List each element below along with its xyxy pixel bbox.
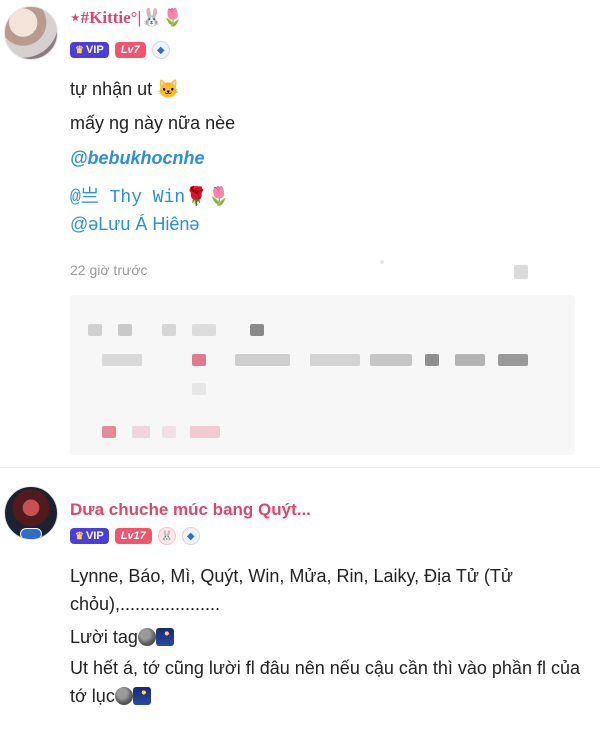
username[interactable]: ⋆#Kittie°|🐰🌷 (70, 8, 184, 28)
blur-block (190, 426, 220, 438)
blur-block (370, 354, 412, 366)
blur-block (118, 324, 132, 336)
night-sky-icon (132, 687, 151, 705)
moon-face-icon (114, 687, 133, 705)
timestamp: 22 giờ trước (70, 262, 148, 278)
blur-block (498, 354, 528, 366)
blurred-attachment[interactable] (70, 295, 575, 455)
blur-block (455, 354, 485, 366)
blur-block (192, 324, 216, 336)
vip-label: VIP (85, 530, 104, 542)
comment-text-2-label: Lười tag (70, 627, 138, 647)
blur-block (132, 426, 150, 438)
comment-line-2: mấy ng này nữa nèe (70, 113, 236, 133)
avatar[interactable] (4, 486, 58, 540)
blur-block (162, 324, 176, 336)
blur-block (192, 383, 206, 395)
ethereum-badge-icon: ◆ (181, 527, 200, 545)
ethereum-badge-icon: ◆ (151, 41, 170, 59)
rabbit-badge-icon: 🐰 (157, 527, 176, 545)
comment-text-3: Ut hết á, tớ cũng lười fl đâu nên nếu cậ… (70, 654, 580, 710)
mention-bebukhocnhe[interactable]: @bebukhocnhe (70, 148, 205, 169)
vip-label: VIP (85, 44, 104, 56)
level-badge: Lv17 (114, 528, 152, 544)
blur-block (102, 426, 116, 438)
crown-icon: ♛ (75, 44, 84, 56)
comment-text-1: Lynne, Báo, Mì, Quýt, Win, Mửa, Rin, Lai… (70, 566, 513, 614)
avatar-frame-badge (20, 528, 42, 539)
comment-line-1: tự nhận ut 🐱 (70, 79, 180, 99)
blur-block (192, 354, 206, 366)
badge-row: ♛ VIP Lv7 ◆ (70, 41, 170, 59)
comment-text-2: Lười tag (70, 623, 580, 651)
mention-thy-win[interactable]: @亗 Thy Win🌹🌷 (70, 182, 230, 208)
blur-block (88, 324, 102, 336)
blur-block (102, 354, 142, 366)
blur-block (425, 354, 439, 366)
mention-luu-a-hien[interactable]: @ǝLưu Á Hiênǝ (70, 214, 199, 235)
vip-badge: ♛ VIP (70, 528, 109, 544)
badge-row: ♛ VIP Lv17 🐰 ◆ (70, 527, 200, 545)
vip-badge: ♛ VIP (70, 42, 109, 58)
moon-face-icon (137, 628, 156, 646)
blur-block (162, 426, 176, 438)
night-sky-icon (155, 628, 174, 646)
blur-block (235, 354, 290, 366)
blur-block (380, 260, 384, 264)
level-badge: Lv7 (114, 42, 146, 58)
avatar[interactable] (4, 6, 58, 60)
post-divider (0, 467, 600, 468)
blur-block (310, 354, 360, 366)
crown-icon: ♛ (75, 530, 84, 542)
blur-block (514, 265, 528, 279)
username[interactable]: Dưa chuche múc bang Quýt... (70, 500, 311, 520)
blur-block (250, 324, 264, 336)
